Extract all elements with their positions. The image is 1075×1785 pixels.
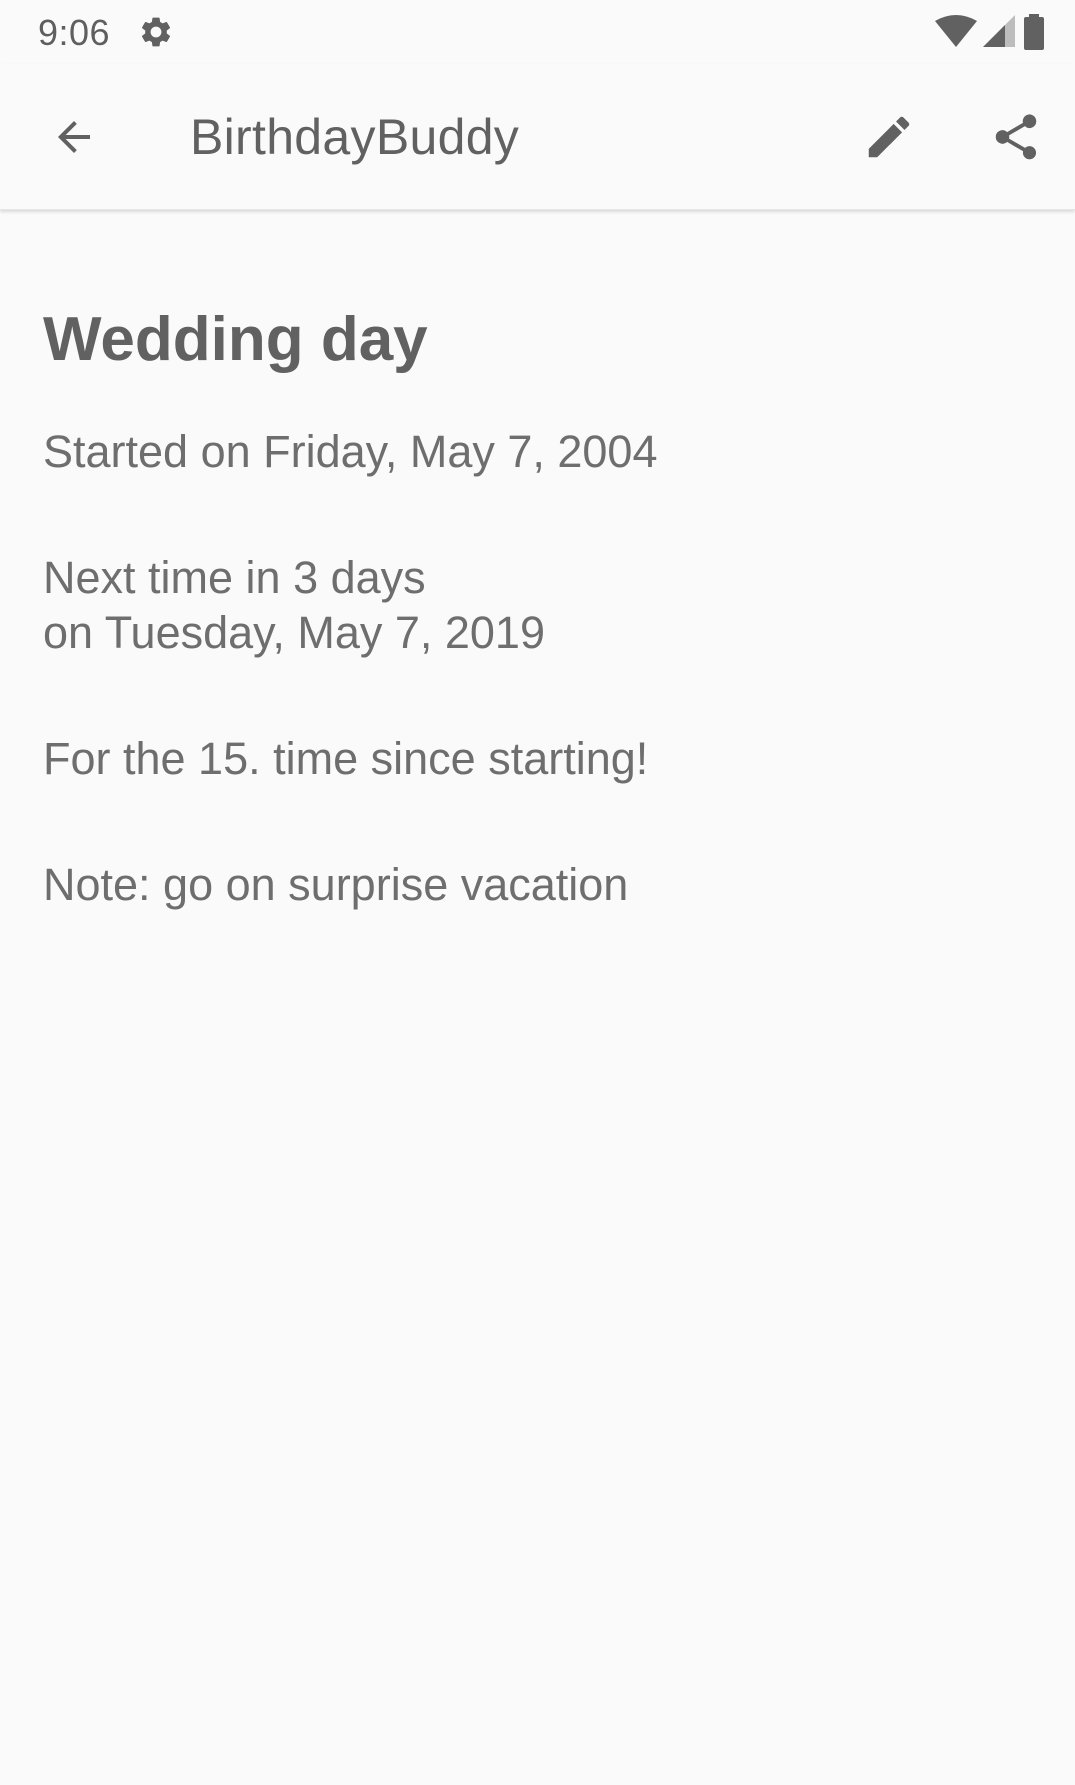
- pencil-icon: [862, 110, 916, 164]
- edit-button[interactable]: [853, 101, 925, 173]
- app-title: BirthdayBuddy: [190, 109, 520, 165]
- started-date: Started on Friday, May 7, 2004: [43, 426, 658, 477]
- wifi-icon: [935, 15, 977, 49]
- next-occurrence: Next time in 3 days on Tuesday, May 7, 2…: [43, 550, 1043, 660]
- share-button[interactable]: [980, 101, 1052, 173]
- status-icons: [935, 14, 1045, 50]
- next-occurrence-countdown: Next time in 3 days: [43, 552, 426, 603]
- occurrence-count: For the 15. time since starting!: [43, 733, 649, 784]
- next-occurrence-date: on Tuesday, May 7, 2019: [43, 607, 545, 658]
- event-details: Wedding day Started on Friday, May 7, 20…: [43, 300, 1043, 912]
- settings-icon: [138, 14, 174, 50]
- signal-icon: [983, 15, 1017, 49]
- event-note: Note: go on surprise vacation: [43, 859, 629, 910]
- share-icon: [989, 110, 1043, 164]
- app-bar: BirthdayBuddy: [0, 64, 1075, 210]
- event-title: Wedding day: [43, 305, 428, 374]
- back-button[interactable]: [38, 101, 110, 173]
- arrow-back-icon: [50, 113, 98, 161]
- battery-icon: [1023, 14, 1045, 50]
- status-bar: 9:06: [0, 0, 1075, 64]
- status-time: 9:06: [38, 12, 111, 53]
